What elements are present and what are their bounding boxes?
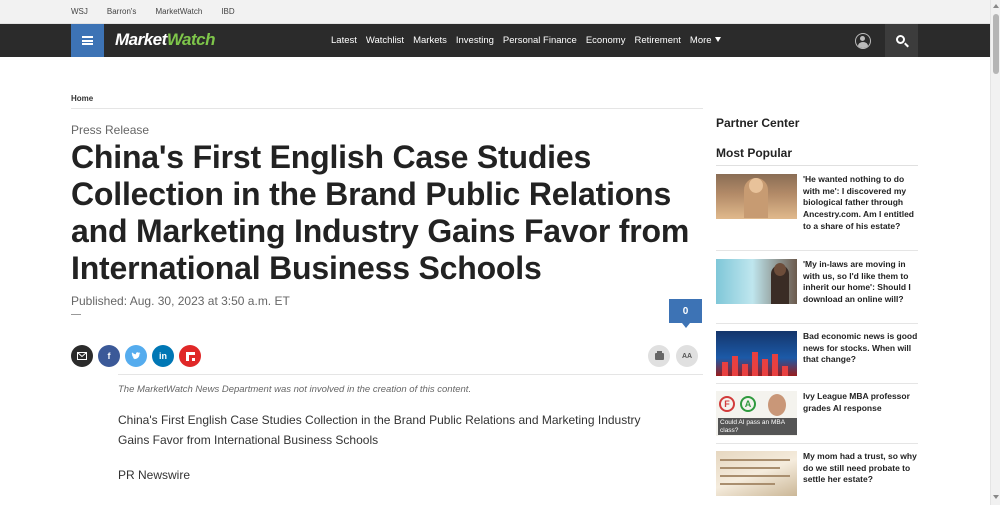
divider <box>716 250 918 251</box>
byline-dash <box>71 314 81 315</box>
most-popular-heading: Most Popular <box>716 146 793 160</box>
article-kicker: Press Release <box>71 123 150 137</box>
printer-icon <box>654 350 664 360</box>
nav-link-retirement[interactable]: Retirement <box>634 35 680 46</box>
email-share-button[interactable] <box>71 345 93 367</box>
nav-link-personal-finance[interactable]: Personal Finance <box>503 35 577 46</box>
article-headline: China's First English Case Studies Colle… <box>71 139 690 286</box>
comments-button[interactable]: 0 <box>669 299 702 328</box>
twitter-icon <box>131 352 141 360</box>
email-icon <box>77 352 87 360</box>
flipboard-share-button[interactable] <box>179 345 201 367</box>
text-size-icon: AA <box>681 352 693 360</box>
network-link-wsj[interactable]: WSJ <box>71 7 88 16</box>
story-headline: 'He wanted nothing to do with me': I dis… <box>803 174 914 231</box>
thumbnail-caption: Could AI pass an MBA class? <box>718 418 797 435</box>
scrollbar-thumb[interactable] <box>993 14 999 74</box>
text-size-button[interactable]: AA <box>676 345 698 367</box>
user-icon[interactable] <box>855 33 871 49</box>
main-nav: MarketWatch Latest Watchlist Markets Inv… <box>0 24 990 57</box>
network-link-barrons[interactable]: Barron's <box>107 7 137 16</box>
share-tools: f in <box>71 345 201 367</box>
nav-link-watchlist[interactable]: Watchlist <box>366 35 404 46</box>
nav-link-markets[interactable]: Markets <box>413 35 447 46</box>
nav-link-latest[interactable]: Latest <box>331 35 357 46</box>
story-thumbnail <box>716 331 797 376</box>
published-timestamp: Published: Aug. 30, 2023 at 3:50 a.m. ET <box>71 294 290 308</box>
breadcrumb[interactable]: Home <box>71 94 93 103</box>
article-paragraph: PR Newswire <box>118 468 191 482</box>
network-bar: WSJ Barron's MarketWatch IBD <box>0 0 990 24</box>
disclaimer: The MarketWatch News Department was not … <box>118 384 472 395</box>
story-headline: Bad economic news is good news for stock… <box>803 331 918 365</box>
logo-market: Market <box>115 30 167 49</box>
article-paragraph: China's First English Case Studies Colle… <box>118 413 641 447</box>
caret-down-icon <box>714 37 721 42</box>
print-button[interactable] <box>648 345 670 367</box>
nav-link-more[interactable]: More <box>690 35 721 46</box>
network-link-marketwatch[interactable]: MarketWatch <box>155 7 202 16</box>
divider <box>716 323 918 324</box>
story-thumbnail <box>716 259 797 304</box>
nav-links: Latest Watchlist Markets Investing Perso… <box>331 35 721 46</box>
nav-link-investing[interactable]: Investing <box>456 35 494 46</box>
site-logo[interactable]: MarketWatch <box>115 30 216 50</box>
partner-center-heading: Partner Center <box>716 116 800 130</box>
divider <box>716 165 918 166</box>
linkedin-share-button[interactable]: in <box>152 345 174 367</box>
logo-watch: Watch <box>166 30 216 49</box>
scroll-down-icon[interactable] <box>993 495 999 499</box>
story-headline: 'My in-laws are moving in with us, so I'… <box>803 259 911 305</box>
facebook-share-button[interactable]: f <box>98 345 120 367</box>
linkedin-icon: in <box>159 351 167 361</box>
story-thumbnail: F A Could AI pass an MBA class? <box>716 391 797 436</box>
facebook-icon: f <box>107 351 111 361</box>
menu-button[interactable] <box>71 24 104 57</box>
page-scrollbar[interactable] <box>990 0 1000 505</box>
search-button[interactable] <box>885 24 918 57</box>
nav-link-economy[interactable]: Economy <box>586 35 626 46</box>
flipboard-icon <box>185 351 195 361</box>
twitter-share-button[interactable] <box>125 345 147 367</box>
search-icon <box>896 35 905 44</box>
network-link-ibd[interactable]: IBD <box>221 7 234 16</box>
scroll-up-icon[interactable] <box>993 4 999 8</box>
network-links: WSJ Barron's MarketWatch IBD <box>71 7 235 16</box>
story-thumbnail <box>716 174 797 219</box>
story-headline: Ivy League MBA professor grades AI respo… <box>803 391 910 413</box>
divider <box>716 443 918 444</box>
story-thumbnail <box>716 451 797 496</box>
article-tools: AA <box>648 345 698 367</box>
story-headline: My mom had a trust, so why do we still n… <box>803 451 917 485</box>
divider <box>118 374 703 375</box>
nav-link-more-label: More <box>689 35 712 46</box>
divider <box>716 383 918 384</box>
divider <box>71 108 703 109</box>
hamburger-icon <box>82 36 93 45</box>
